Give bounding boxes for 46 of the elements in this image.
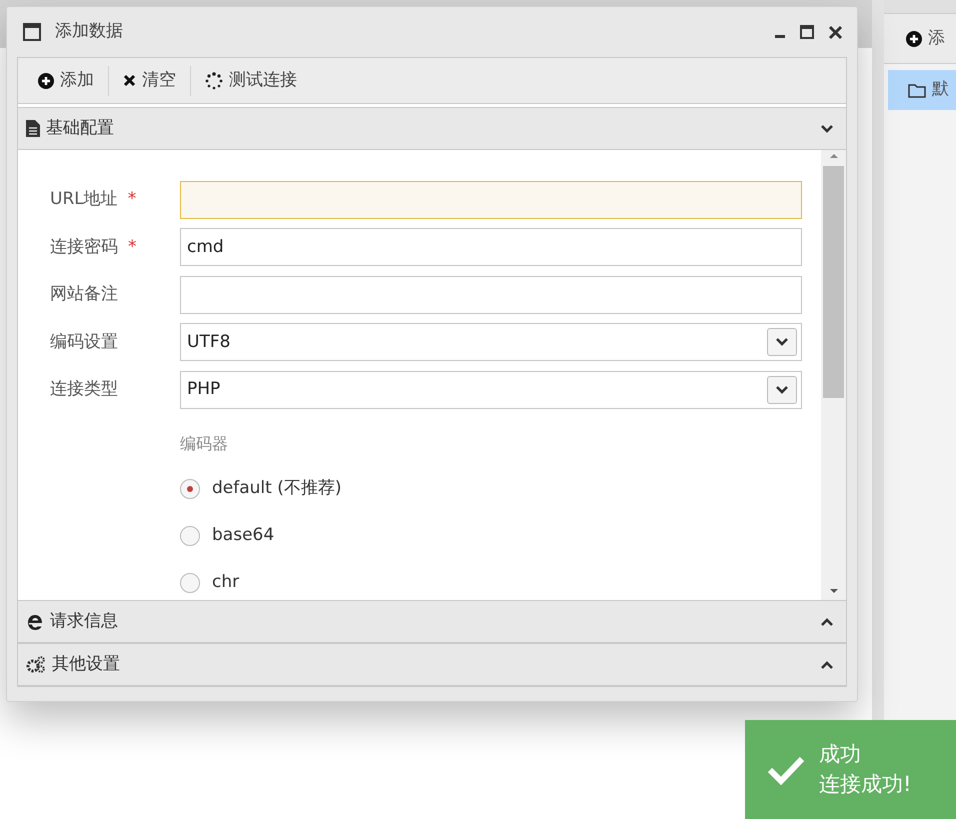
plus-circle-icon	[38, 72, 54, 88]
select-field[interactable]: UTF8	[180, 323, 802, 362]
document-icon	[26, 120, 40, 137]
input-field[interactable]	[180, 180, 802, 219]
add-button[interactable]: 添加	[30, 66, 108, 96]
radio-button[interactable]	[180, 573, 200, 593]
gears-icon	[26, 656, 46, 673]
chevron-down-icon[interactable]	[820, 124, 834, 134]
encoder-label: 编码器	[180, 432, 229, 454]
field-label: 编码设置	[50, 330, 118, 354]
radio-button[interactable]	[180, 479, 200, 499]
radio-option[interactable]: default (不推荐)	[180, 476, 821, 502]
spinner-icon	[205, 72, 223, 90]
maximize-icon[interactable]	[800, 25, 814, 39]
checkmark-icon	[767, 754, 805, 784]
toast-message: 连接成功!	[819, 770, 912, 798]
required-mark: *	[128, 188, 136, 211]
section-header[interactable]: 其他设置	[18, 643, 846, 686]
field-label: 网站备注	[50, 283, 118, 306]
chevron-up-icon[interactable]	[820, 660, 834, 670]
input-field[interactable]: cmd	[180, 228, 802, 266]
section-header[interactable]: 请求信息	[18, 600, 846, 643]
radio-button[interactable]	[180, 526, 200, 546]
browser-e-icon	[26, 612, 44, 630]
folder-icon	[908, 82, 926, 98]
field-label: 连接类型	[50, 378, 118, 401]
add-button[interactable]: 添	[884, 14, 956, 64]
radio-option[interactable]: base64	[180, 522, 821, 550]
scrollbar[interactable]	[821, 150, 846, 600]
plus-circle-icon	[906, 30, 922, 46]
chevron-up-icon[interactable]	[820, 616, 834, 626]
select-field[interactable]: PHP	[180, 370, 802, 409]
close-icon	[123, 74, 136, 87]
field-label: 连接密码	[50, 236, 118, 258]
radio-option[interactable]: chr	[180, 570, 821, 596]
window-title: 添加数据	[55, 20, 124, 44]
toast-title: 成功	[819, 741, 862, 768]
test-button[interactable]: 测试连接	[197, 66, 311, 96]
close-icon[interactable]	[828, 24, 843, 40]
field-label: URL地址	[50, 188, 118, 211]
section-header[interactable]: 基础配置	[18, 107, 846, 150]
window-icon	[23, 23, 41, 41]
input-field[interactable]	[180, 276, 802, 314]
clear-button[interactable]: 清空	[115, 66, 190, 96]
required-mark: *	[128, 236, 136, 258]
folder-item[interactable]: 默	[888, 70, 956, 110]
